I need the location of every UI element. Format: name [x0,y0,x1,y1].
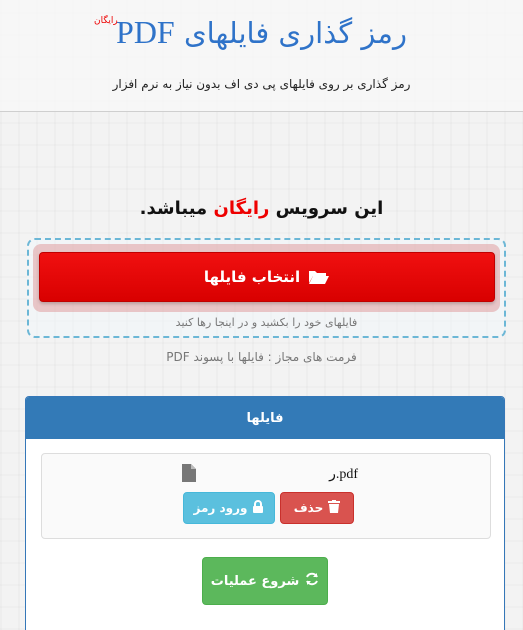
files-panel: فایلها ر.pdf حذف ورود رمز شروع عملیات [25,396,505,630]
page-subtitle: رمز گذاری بر روی فایلهای پی دی اف بدون ن… [112,77,411,91]
free-badge: رایگان [94,16,118,26]
folder-open-icon [308,269,330,285]
file-drop-zone[interactable]: انتخاب فایلها فایلهای خود را بکشید و در … [27,238,506,338]
page-title: رمز گذاری فایلهای PDF [116,14,407,51]
title-pdf: PDF [116,14,175,50]
files-panel-header: فایلها [26,397,504,439]
file-name: ر.pdf [329,467,358,482]
file-item: ر.pdf حذف ورود رمز [41,453,491,539]
title-text: رمز گذاری فایلهای [183,16,407,50]
drop-hint: فایلهای خود را بکشید و در اینجا رها کنید [175,316,358,329]
select-files-button[interactable]: انتخاب فایلها [39,252,495,302]
start-operation-button[interactable]: شروع عملیات [202,557,328,605]
select-button-wrapper: انتخاب فایلها [33,244,500,312]
allowed-formats: فرمت های مجاز : فایلها با پسوند PDF [166,350,357,364]
title-row: رمز گذاری فایلهای PDF [0,14,523,51]
delete-file-button[interactable]: حذف [280,492,354,524]
trash-icon [328,500,341,516]
password-label: ورود رمز [193,501,248,515]
service-notice: این سرویس رایگان میباشد. [0,198,523,219]
service-text-after: میباشد. [139,198,208,219]
delete-label: حذف [293,501,324,515]
lock-icon [252,500,264,516]
page-header: رمز گذاری فایلهای PDF رایگان رمز گذاری ب… [0,0,523,112]
service-text-free: رایگان [213,198,270,219]
start-label: شروع عملیات [210,573,300,589]
service-text-before: این سرویس [275,198,384,219]
enter-password-button[interactable]: ورود رمز [183,492,275,524]
select-files-label: انتخاب فایلها [203,268,301,286]
refresh-icon [305,572,319,590]
